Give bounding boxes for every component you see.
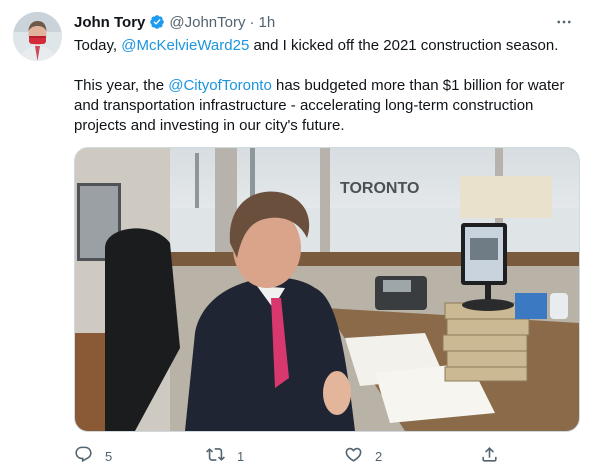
tweet-paragraph-2: This year, the @CityofToronto has budget… <box>74 76 579 136</box>
author-name[interactable]: John Tory <box>74 14 145 31</box>
retweet-button[interactable]: 1 <box>206 445 244 467</box>
tweet-photo[interactable]: TORONTO <box>74 147 580 432</box>
tweet-timestamp[interactable]: 1h <box>258 14 275 31</box>
tweet-text-segment: Today, <box>74 37 122 54</box>
verified-badge-icon <box>149 14 165 30</box>
photo-illustration: TORONTO <box>75 148 579 431</box>
mention-link[interactable]: @McKelvieWard25 <box>121 37 249 54</box>
mention-link[interactable]: @CityofToronto <box>168 77 272 94</box>
tweet-card[interactable]: John Tory @JohnTory · 1h Today, @McKelvi… <box>0 0 593 475</box>
more-horizontal-icon[interactable] <box>552 10 576 34</box>
separator-dot: · <box>249 13 255 31</box>
reply-icon <box>74 445 93 467</box>
like-button[interactable]: 2 <box>344 445 382 467</box>
action-bar: 5 1 2 <box>74 445 579 465</box>
tweet-text: Today, @McKelvieWard25 and I kicked off … <box>74 36 579 136</box>
tweet-text-segment: and I kicked off the 2021 construction s… <box>249 37 559 54</box>
share-button[interactable] <box>480 445 499 467</box>
avatar[interactable] <box>13 12 62 61</box>
reply-button[interactable]: 5 <box>74 445 112 467</box>
retweet-icon <box>206 445 225 467</box>
tweet-header: John Tory @JohnTory · 1h <box>74 12 275 32</box>
tweet-text-segment: This year, the <box>74 77 169 94</box>
author-handle[interactable]: @JohnTory <box>169 14 245 31</box>
reply-count: 5 <box>105 448 113 464</box>
share-icon <box>480 445 499 467</box>
photo-sign-text: TORONTO <box>340 180 419 197</box>
retweet-count: 1 <box>237 448 245 464</box>
like-count: 2 <box>375 448 383 464</box>
heart-icon <box>344 445 363 467</box>
tweet-paragraph-1: Today, @McKelvieWard25 and I kicked off … <box>74 36 579 56</box>
